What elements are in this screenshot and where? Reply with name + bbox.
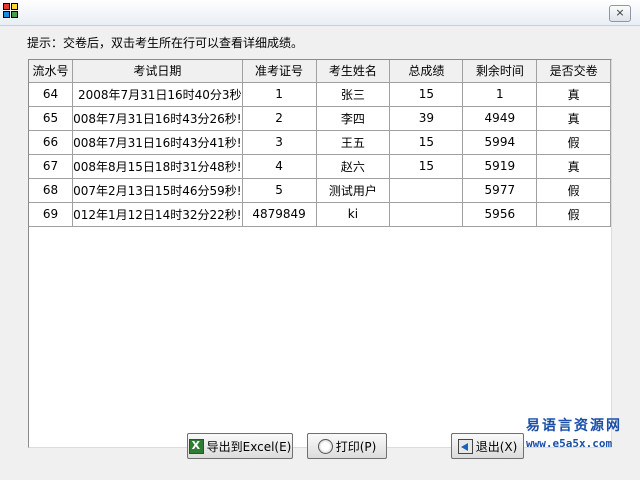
cell-total-score: 15 bbox=[389, 154, 464, 179]
cell-student-name: 李四 bbox=[316, 106, 391, 131]
window-client: 提示：交卷后，双击考生所在行可以查看详细成绩。 流水号 考试日期 准考证号 考生姓名总… bbox=[0, 26, 640, 480]
cell-student-name: 测试用户 bbox=[316, 178, 391, 203]
exit-door-icon bbox=[457, 438, 473, 454]
cell-submitted: 真 bbox=[536, 106, 611, 131]
cell-serial: 64 bbox=[29, 82, 74, 107]
column-header-exam-date[interactable]: 考试日期 bbox=[72, 60, 243, 83]
cell-exam-date: !008年8月15日18时31分48秒 bbox=[72, 154, 243, 179]
cell-serial: 67 bbox=[29, 154, 74, 179]
close-button[interactable]: × bbox=[609, 5, 631, 22]
cell-total-score: 15 bbox=[389, 130, 464, 155]
cell-ticket-no: 1 bbox=[242, 82, 317, 107]
scores-table: 流水号 考试日期 准考证号 考生姓名 总成绩 剩余时间 是否交卷 64 2008年7月31日1… bbox=[29, 60, 611, 227]
cell-submitted: 假 bbox=[536, 178, 611, 203]
hint-text: 提示：交卷后，双击考生所在行可以查看详细成绩。 bbox=[27, 36, 304, 50]
table-row[interactable]: 65 !008年7月31日16时43分26秒 2 李四 39 4949 真 bbox=[29, 106, 611, 131]
app-grid-icon bbox=[3, 3, 21, 21]
cell-submitted: 假 bbox=[536, 130, 611, 155]
table-header-row: 流水号 考试日期 准考证号 考生姓名 总成绩 剩余时间 是否交卷 bbox=[29, 60, 611, 83]
column-header-total-score[interactable]: 总成绩 bbox=[389, 60, 464, 83]
cell-serial: 65 bbox=[29, 106, 74, 131]
table-row[interactable]: 69 !012年1月12日14时32分22秒 4879849 ki 5956 假 bbox=[29, 202, 611, 227]
cell-time-left: 5919 bbox=[462, 154, 538, 179]
cell-student-name: ki bbox=[316, 202, 391, 227]
cell-serial: 68 bbox=[29, 178, 74, 203]
print-button[interactable]: 打印(P) bbox=[307, 433, 387, 459]
table-row[interactable]: 67 !008年8月15日18时31分48秒 4 赵六 15 5919 真 bbox=[29, 154, 611, 179]
cell-ticket-no: 5 bbox=[242, 178, 317, 203]
cell-ticket-no: 4 bbox=[242, 154, 317, 179]
cell-exam-date: !012年1月12日14时32分22秒 bbox=[72, 202, 243, 227]
column-header-time-left[interactable]: 剩余时间 bbox=[462, 60, 538, 83]
cell-total-score bbox=[389, 202, 464, 227]
cell-submitted: 假 bbox=[536, 202, 611, 227]
cell-ticket-no: 4879849 bbox=[242, 202, 317, 227]
cell-student-name: 王五 bbox=[316, 130, 391, 155]
title-bar: × bbox=[0, 0, 640, 26]
cell-time-left: 1 bbox=[462, 82, 538, 107]
cell-total-score: 39 bbox=[389, 106, 464, 131]
export-label: 导出到Excel(E) bbox=[206, 439, 292, 454]
column-header-student-name[interactable]: 考生姓名 bbox=[316, 60, 391, 83]
cell-student-name: 张三 bbox=[316, 82, 391, 107]
cell-serial: 69 bbox=[29, 202, 74, 227]
column-header-submitted[interactable]: 是否交卷 bbox=[536, 60, 611, 83]
cell-ticket-no: 3 bbox=[242, 130, 317, 155]
cell-time-left: 5977 bbox=[462, 178, 538, 203]
exit-button[interactable]: 退出(X) bbox=[451, 433, 524, 459]
cell-exam-date: 2008年7月31日16时40分3秒 bbox=[72, 82, 243, 107]
cell-time-left: 5994 bbox=[462, 130, 538, 155]
cell-ticket-no: 2 bbox=[242, 106, 317, 131]
excel-icon bbox=[188, 438, 204, 454]
cell-total-score bbox=[389, 178, 464, 203]
site-watermark: 易语言资源网 www.e5a5x.com bbox=[526, 415, 636, 450]
cell-total-score: 15 bbox=[389, 82, 464, 107]
cell-time-left: 5956 bbox=[462, 202, 538, 227]
export-excel-button[interactable]: 导出到Excel(E) bbox=[187, 433, 293, 459]
cell-time-left: 4949 bbox=[462, 106, 538, 131]
table-row[interactable]: 68 !007年2月13日15时46分59秒 5 测试用户 5977 假 bbox=[29, 178, 611, 203]
cell-exam-date: !008年7月31日16时43分26秒 bbox=[72, 106, 243, 131]
cell-submitted: 真 bbox=[536, 154, 611, 179]
print-label: 打印(P) bbox=[335, 439, 377, 454]
cell-student-name: 赵六 bbox=[316, 154, 391, 179]
printer-icon bbox=[317, 438, 333, 454]
exit-label: 退出(X) bbox=[475, 439, 518, 454]
cell-submitted: 真 bbox=[536, 82, 611, 107]
cell-exam-date: !008年7月31日16时43分41秒 bbox=[72, 130, 243, 155]
table-row[interactable]: 66 !008年7月31日16时43分41秒 3 王五 15 5994 假 bbox=[29, 130, 611, 155]
scores-grid[interactable]: 流水号 考试日期 准考证号 考生姓名 总成绩 剩余时间 是否交卷 64 2008年7月31日1… bbox=[28, 59, 612, 448]
column-header-ticket-no[interactable]: 准考证号 bbox=[242, 60, 317, 83]
table-row[interactable]: 64 2008年7月31日16时40分3秒 1 张三 15 1 真 bbox=[29, 82, 611, 107]
watermark-url: www.e5a5x.com bbox=[526, 437, 613, 450]
column-header-serial[interactable]: 流水号 bbox=[29, 60, 74, 83]
watermark-name: 易语言资源网 bbox=[526, 418, 622, 434]
cell-exam-date: !007年2月13日15时46分59秒 bbox=[72, 178, 243, 203]
cell-serial: 66 bbox=[29, 130, 74, 155]
